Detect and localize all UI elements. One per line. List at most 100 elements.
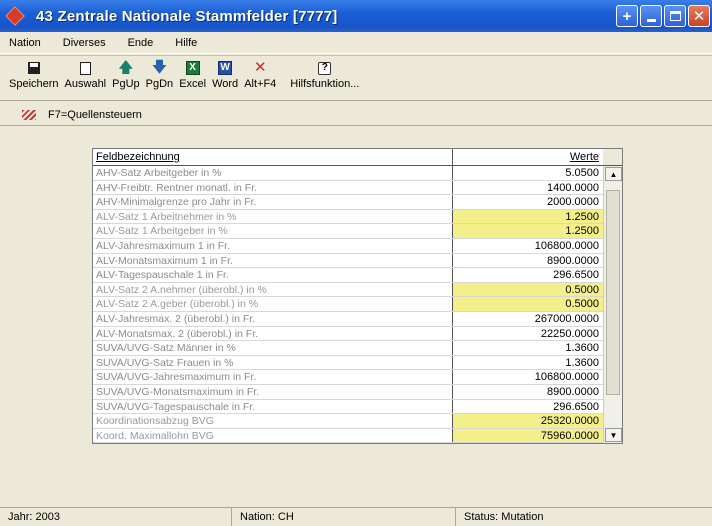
save-label: Speichern	[9, 78, 59, 90]
value-cell[interactable]: 296.6500	[453, 400, 603, 414]
maximize-button[interactable]	[664, 5, 686, 27]
toolbar: Speichern Auswahl 🡅 PgUp 🡇 PgDn X Excel …	[0, 55, 712, 101]
page-down-label: PgDn	[145, 78, 174, 90]
value-cell[interactable]: 1.2500	[453, 209, 603, 224]
scroll-thumb[interactable]	[606, 190, 620, 395]
column-header-value[interactable]: Werte	[453, 149, 603, 165]
floppy-disk-icon	[26, 60, 42, 76]
function-tab[interactable]: F7=Quellensteuern	[0, 104, 712, 126]
table-row[interactable]: SUVA/UVG-Jahresmaximum in Fr. 106800.0000	[93, 370, 603, 385]
excel-icon: X	[185, 60, 201, 76]
table-row[interactable]: ALV-Jahresmax. 2 (überobl.) in Fr. 267000…	[93, 311, 603, 327]
value-cell[interactable]: 106800.0000	[453, 370, 603, 384]
field-name-cell: ALV-Monatsmaximum 1 in Fr.	[93, 253, 453, 268]
value-cell[interactable]: 8900.0000	[453, 254, 603, 268]
help-icon: ?	[317, 60, 333, 76]
status-year: Jahr: 2003	[0, 508, 232, 526]
field-name-cell: ALV-Tagespauschale 1 in Fr.	[93, 268, 453, 282]
arrow-up-icon: 🡅	[118, 59, 134, 76]
table-row[interactable]: ALV-Satz 2 A.nehmer (überobl.) in % 0.500…	[93, 282, 603, 298]
scroll-track[interactable]	[605, 182, 621, 428]
hatch-icon	[22, 109, 36, 120]
value-cell[interactable]: 75960.0000	[453, 428, 603, 443]
field-name-cell: SUVA/UVG-Satz Männer in %	[93, 341, 453, 355]
field-name-cell: ALV-Jahresmaximum 1 in Fr.	[93, 238, 453, 253]
window-controls: + ✕	[616, 5, 710, 27]
menu-hilfe[interactable]: Hilfe	[166, 37, 210, 49]
excel-label: Excel	[179, 78, 207, 90]
value-cell[interactable]: 1.3600	[453, 341, 603, 355]
title-bar: 43 Zentrale Nationale Stammfelder [7777]…	[0, 0, 712, 32]
value-cell[interactable]: 106800.0000	[453, 239, 603, 253]
help-function-button[interactable]: ? Hilfsfunktion...	[287, 56, 362, 90]
table-row[interactable]: AHV-Satz Arbeitgeber in % 5.0500	[93, 166, 603, 181]
field-name-cell: Koordinationsabzug BVG	[93, 414, 453, 428]
value-cell[interactable]: 2000.0000	[453, 195, 603, 209]
field-name-cell: AHV-Freibtr. Rentner monatl. in Fr.	[93, 180, 453, 195]
vertical-scrollbar[interactable]: ▲ ▼	[603, 166, 622, 444]
table-row[interactable]: SUVA/UVG-Satz Männer in % 1.3600	[93, 341, 603, 356]
table-row[interactable]: ALV-Satz 2 A.geber (überobl.) in % 0.5000	[93, 297, 603, 312]
red-x-icon: ✕	[253, 59, 267, 76]
table-row[interactable]: Koord. Maximallohn BVG 75960.0000	[93, 428, 603, 444]
table-row[interactable]: ALV-Satz 1 Arbeitnehmer in % 1.2500	[93, 209, 603, 225]
value-cell[interactable]: 1400.0000	[453, 181, 603, 195]
value-cell[interactable]: 267000.0000	[453, 312, 603, 326]
page-up-label: PgUp	[112, 78, 140, 90]
value-cell[interactable]: 1.2500	[453, 224, 603, 238]
help-plus-icon[interactable]: +	[616, 5, 638, 27]
field-name-cell: AHV-Satz Arbeitgeber in %	[93, 166, 453, 180]
field-name-cell: AHV-Minimalgrenze pro Jahr in Fr.	[93, 195, 453, 209]
grid-rows: AHV-Satz Arbeitgeber in % 5.0500 AHV-Freib…	[93, 166, 603, 444]
field-name-cell: ALV-Satz 1 Arbeitnehmer in %	[93, 209, 453, 224]
value-cell[interactable]: 0.5000	[453, 282, 603, 297]
menu-bar: Nation Diverses Ende Hilfe	[0, 32, 712, 54]
table-row[interactable]: SUVA/UVG-Tagespauschale in Fr. 296.6500	[93, 399, 603, 415]
table-row[interactable]: SUVA/UVG-Monatsmaximum in Fr. 8900.0000	[93, 384, 603, 400]
table-row[interactable]: Koordinationsabzug BVG 25320.0000	[93, 414, 603, 429]
status-bar: Jahr: 2003 Nation: CH Status: Mutation	[0, 507, 712, 526]
status-state: Status: Mutation	[464, 511, 544, 523]
menu-ende[interactable]: Ende	[119, 37, 167, 49]
window-title: 43 Zentrale Nationale Stammfelder [7777]	[36, 7, 338, 25]
exit-button[interactable]: ✕ Alt+F4	[241, 56, 279, 91]
word-button[interactable]: W Word	[209, 56, 241, 90]
select-label: Auswahl	[64, 78, 107, 90]
field-name-cell: SUVA/UVG-Tagespauschale in Fr.	[93, 399, 453, 414]
arrow-down-icon: 🡇	[151, 59, 168, 76]
table-row[interactable]: ALV-Satz 1 Arbeitgeber in % 1.2500	[93, 224, 603, 239]
select-button[interactable]: Auswahl	[62, 56, 110, 90]
field-name-cell: Koord. Maximallohn BVG	[93, 428, 453, 443]
value-cell[interactable]: 22250.0000	[453, 327, 603, 341]
table-row[interactable]: ALV-Monatsmax. 2 (überobl.) in Fr. 22250.…	[93, 326, 603, 342]
app-icon	[5, 6, 25, 26]
table-row[interactable]: AHV-Freibtr. Rentner monatl. in Fr. 1400.…	[93, 180, 603, 196]
menu-diverses[interactable]: Diverses	[54, 37, 119, 49]
minimize-button[interactable]	[640, 5, 662, 27]
scroll-down-icon[interactable]: ▼	[605, 428, 622, 443]
page-down-button[interactable]: 🡇 PgDn	[143, 56, 177, 91]
value-cell[interactable]: 0.5000	[453, 297, 603, 311]
close-button[interactable]: ✕	[688, 5, 710, 27]
page-up-button[interactable]: 🡅 PgUp	[109, 56, 143, 91]
table-row[interactable]: AHV-Minimalgrenze pro Jahr in Fr. 2000.00…	[93, 195, 603, 210]
save-button[interactable]: Speichern	[6, 56, 62, 90]
table-row[interactable]: ALV-Jahresmaximum 1 in Fr. 106800.0000	[93, 238, 603, 254]
field-name-cell: SUVA/UVG-Monatsmaximum in Fr.	[93, 384, 453, 399]
table-row[interactable]: ALV-Tagespauschale 1 in Fr. 296.6500	[93, 268, 603, 283]
word-label: Word	[212, 78, 239, 90]
column-header-name[interactable]: Feldbezeichnung	[93, 149, 453, 165]
value-cell[interactable]: 8900.0000	[453, 385, 603, 399]
excel-button[interactable]: X Excel	[176, 56, 209, 90]
value-cell[interactable]: 1.3600	[453, 356, 603, 370]
menu-nation[interactable]: Nation	[0, 37, 54, 49]
table-row[interactable]: SUVA/UVG-Satz Frauen in % 1.3600	[93, 355, 603, 371]
field-name-cell: SUVA/UVG-Jahresmaximum in Fr.	[93, 370, 453, 384]
table-row[interactable]: ALV-Monatsmaximum 1 in Fr. 8900.0000	[93, 253, 603, 269]
value-cell[interactable]: 296.6500	[453, 268, 603, 282]
value-cell[interactable]: 5.0500	[453, 166, 603, 180]
value-cell[interactable]: 25320.0000	[453, 414, 603, 428]
document-icon	[77, 60, 93, 76]
scroll-up-icon[interactable]: ▲	[605, 167, 622, 181]
field-name-cell: SUVA/UVG-Satz Frauen in %	[93, 355, 453, 370]
